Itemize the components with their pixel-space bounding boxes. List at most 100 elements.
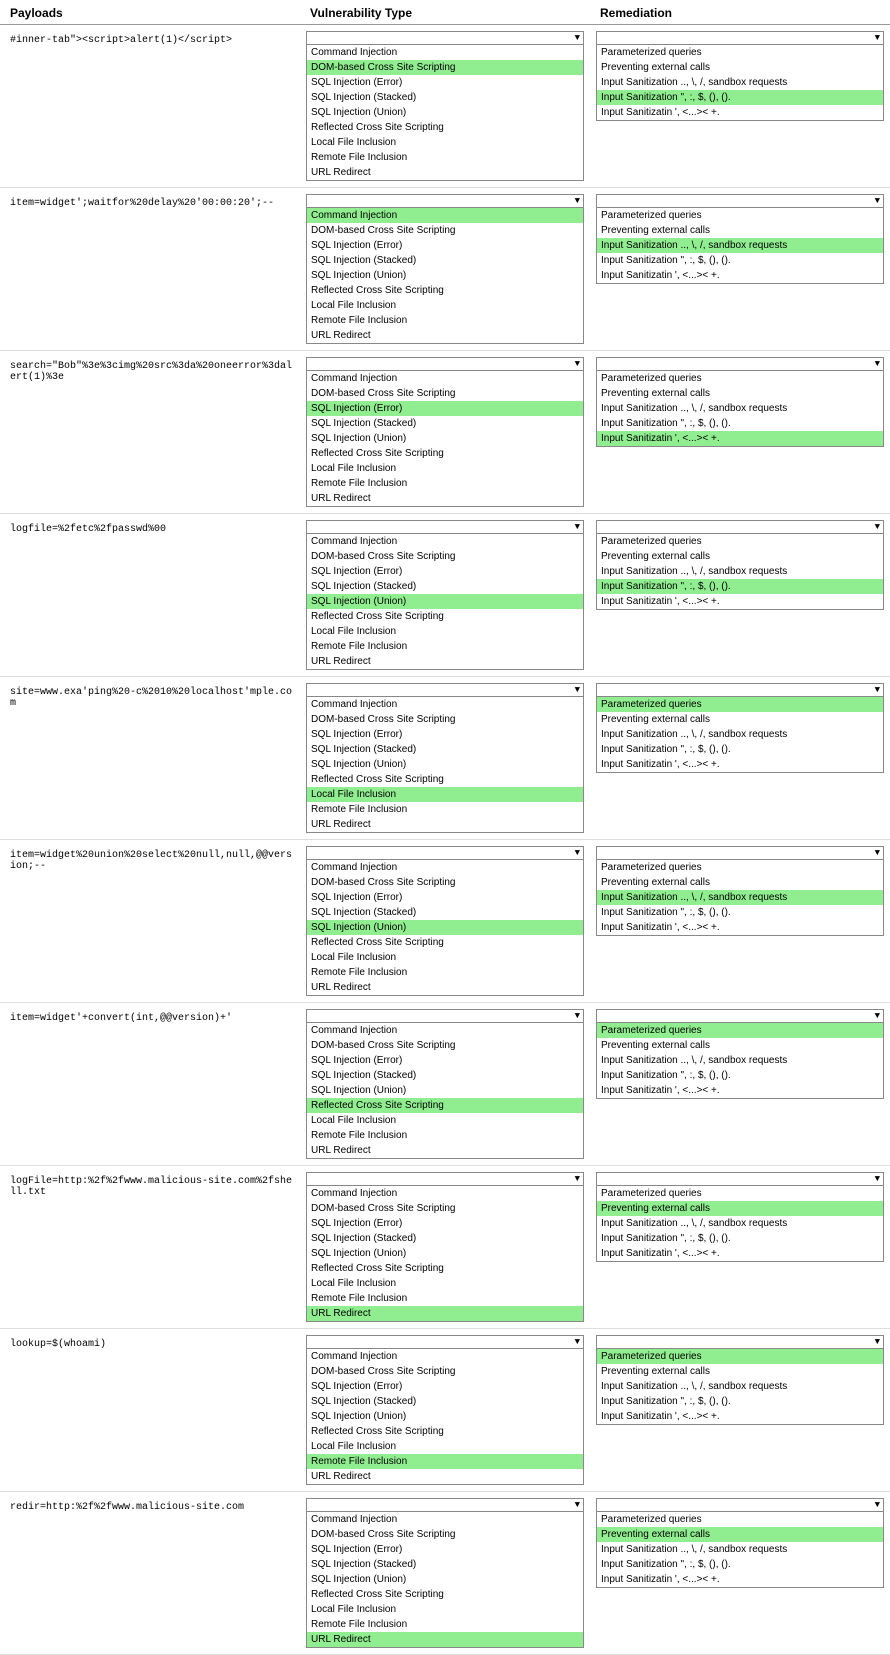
vuln-cell[interactable]: ▼Command InjectionDOM-based Cross Site S…: [300, 31, 590, 181]
remediation-item[interactable]: Parameterized queries: [597, 1349, 883, 1364]
remediation-item[interactable]: Input Sanitization ", :, $, (), ().: [597, 1557, 883, 1572]
remediation-cell[interactable]: ▼Parameterized queriesPreventing externa…: [590, 31, 890, 121]
dropdown-arrow-icon[interactable]: ▼: [875, 1337, 880, 1347]
remediation-item[interactable]: Input Sanitizatin ', <...>< +.: [597, 920, 883, 935]
vuln-item[interactable]: SQL Injection (Error): [307, 1542, 583, 1557]
dropdown-arrow-icon[interactable]: ▼: [575, 685, 580, 695]
vuln-item[interactable]: Remote File Inclusion: [307, 1454, 583, 1469]
vuln-item[interactable]: SQL Injection (Union): [307, 431, 583, 446]
vuln-item[interactable]: URL Redirect: [307, 165, 583, 180]
vuln-item[interactable]: SQL Injection (Stacked): [307, 1231, 583, 1246]
vuln-item[interactable]: Remote File Inclusion: [307, 965, 583, 980]
vuln-cell[interactable]: ▼ Command InjectionDOM-based Cross Site S…: [300, 1335, 590, 1485]
remediation-cell[interactable]: ▼Parameterized queriesPreventing externa…: [590, 1498, 890, 1588]
vuln-cell[interactable]: ▼Command InjectionDOM-based Cross Site S…: [300, 520, 590, 670]
vuln-item[interactable]: Local File Inclusion: [307, 1439, 583, 1454]
remediation-item[interactable]: Preventing external calls: [597, 1527, 883, 1542]
remediation-item[interactable]: Input Sanitizatin ', <...>< +.: [597, 594, 883, 609]
vuln-item[interactable]: SQL Injection (Error): [307, 401, 583, 416]
vuln-cell[interactable]: ▼Command InjectionDOM-based Cross Site S…: [300, 846, 590, 996]
vuln-item[interactable]: SQL Injection (Error): [307, 564, 583, 579]
remediation-item[interactable]: Preventing external calls: [597, 60, 883, 75]
vuln-item[interactable]: Local File Inclusion: [307, 1276, 583, 1291]
remediation-cell[interactable]: ▼Parameterized queriesPreventing externa…: [590, 1009, 890, 1099]
remediation-item[interactable]: Input Sanitization ", :, $, (), ().: [597, 905, 883, 920]
vuln-item[interactable]: Local File Inclusion: [307, 461, 583, 476]
remediation-item[interactable]: Input Sanitization .., \, /, sandbox req…: [597, 727, 883, 742]
dropdown-arrow-icon[interactable]: ▼: [575, 1337, 580, 1347]
remediation-cell[interactable]: ▼Parameterized queriesPreventing externa…: [590, 1172, 890, 1262]
dropdown-arrow-icon[interactable]: ▼: [875, 1011, 880, 1021]
vuln-item[interactable]: URL Redirect: [307, 1469, 583, 1484]
vuln-item[interactable]: Remote File Inclusion: [307, 1617, 583, 1632]
vuln-item[interactable]: SQL Injection (Error): [307, 1216, 583, 1231]
vuln-item[interactable]: URL Redirect: [307, 328, 583, 343]
vuln-cell[interactable]: ▼Command InjectionDOM-based Cross Site S…: [300, 194, 590, 344]
vuln-item[interactable]: URL Redirect: [307, 491, 583, 506]
vuln-item[interactable]: SQL Injection (Union): [307, 594, 583, 609]
dropdown-arrow-icon[interactable]: ▼: [875, 522, 880, 532]
dropdown-arrow-icon[interactable]: ▼: [875, 196, 880, 206]
vuln-item[interactable]: DOM-based Cross Site Scripting: [307, 1527, 583, 1542]
remediation-item[interactable]: Parameterized queries: [597, 1186, 883, 1201]
vuln-item[interactable]: Reflected Cross Site Scripting: [307, 283, 583, 298]
dropdown-arrow-icon[interactable]: ▼: [575, 522, 580, 532]
vuln-item[interactable]: Command Injection: [307, 1349, 583, 1364]
remediation-item[interactable]: Input Sanitizatin ', <...>< +.: [597, 1083, 883, 1098]
remediation-item[interactable]: Input Sanitizatin ', <...>< +.: [597, 757, 883, 772]
vuln-item[interactable]: Remote File Inclusion: [307, 639, 583, 654]
remediation-cell[interactable]: ▼Parameterized queriesPreventing externa…: [590, 1335, 890, 1425]
vuln-item[interactable]: DOM-based Cross Site Scripting: [307, 223, 583, 238]
vuln-item[interactable]: SQL Injection (Stacked): [307, 742, 583, 757]
remediation-item[interactable]: Parameterized queries: [597, 860, 883, 875]
vuln-item[interactable]: URL Redirect: [307, 1306, 583, 1321]
vuln-item[interactable]: DOM-based Cross Site Scripting: [307, 1364, 583, 1379]
vuln-item[interactable]: SQL Injection (Union): [307, 1083, 583, 1098]
vuln-item[interactable]: URL Redirect: [307, 817, 583, 832]
remediation-item[interactable]: Parameterized queries: [597, 534, 883, 549]
vuln-item[interactable]: SQL Injection (Union): [307, 1409, 583, 1424]
vuln-item[interactable]: Reflected Cross Site Scripting: [307, 1424, 583, 1439]
dropdown-arrow-icon[interactable]: ▼: [575, 33, 580, 43]
remediation-cell[interactable]: ▼Parameterized queriesPreventing externa…: [590, 683, 890, 773]
remediation-item[interactable]: Input Sanitization ", :, $, (), ().: [597, 1068, 883, 1083]
vuln-item[interactable]: SQL Injection (Stacked): [307, 1557, 583, 1572]
remediation-cell[interactable]: ▼Parameterized queriesPreventing externa…: [590, 846, 890, 936]
vuln-item[interactable]: DOM-based Cross Site Scripting: [307, 1038, 583, 1053]
vuln-item[interactable]: Local File Inclusion: [307, 624, 583, 639]
vuln-item[interactable]: Command Injection: [307, 860, 583, 875]
vuln-item[interactable]: DOM-based Cross Site Scripting: [307, 60, 583, 75]
remediation-cell[interactable]: ▼Parameterized queriesPreventing externa…: [590, 357, 890, 447]
vuln-item[interactable]: SQL Injection (Stacked): [307, 1394, 583, 1409]
remediation-item[interactable]: Preventing external calls: [597, 223, 883, 238]
remediation-item[interactable]: Preventing external calls: [597, 1038, 883, 1053]
vuln-item[interactable]: Reflected Cross Site Scripting: [307, 446, 583, 461]
remediation-item[interactable]: Parameterized queries: [597, 697, 883, 712]
vuln-item[interactable]: URL Redirect: [307, 1632, 583, 1647]
vuln-cell[interactable]: ▼Command InjectionDOM-based Cross Site S…: [300, 1009, 590, 1159]
remediation-item[interactable]: Input Sanitization .., \, /, sandbox req…: [597, 1216, 883, 1231]
remediation-item[interactable]: Preventing external calls: [597, 549, 883, 564]
remediation-cell[interactable]: ▼ Parameterized queriesPreventing externa…: [590, 520, 890, 610]
dropdown-arrow-icon[interactable]: ▼: [875, 848, 880, 858]
remediation-item[interactable]: Input Sanitization ", :, $, (), ().: [597, 90, 883, 105]
vuln-item[interactable]: Remote File Inclusion: [307, 313, 583, 328]
vuln-item[interactable]: Command Injection: [307, 697, 583, 712]
remediation-item[interactable]: Input Sanitization .., \, /, sandbox req…: [597, 564, 883, 579]
vuln-cell[interactable]: ▼Command InjectionDOM-based Cross Site S…: [300, 1498, 590, 1648]
vuln-item[interactable]: Local File Inclusion: [307, 1602, 583, 1617]
remediation-item[interactable]: Input Sanitization ", :, $, (), ().: [597, 579, 883, 594]
remediation-item[interactable]: Input Sanitization .., \, /, sandbox req…: [597, 401, 883, 416]
remediation-item[interactable]: Preventing external calls: [597, 712, 883, 727]
vuln-item[interactable]: SQL Injection (Union): [307, 920, 583, 935]
vuln-item[interactable]: SQL Injection (Stacked): [307, 1068, 583, 1083]
remediation-item[interactable]: Input Sanitization ", :, $, (), ().: [597, 1394, 883, 1409]
dropdown-arrow-icon[interactable]: ▼: [575, 848, 580, 858]
vuln-item[interactable]: URL Redirect: [307, 654, 583, 669]
vuln-item[interactable]: DOM-based Cross Site Scripting: [307, 386, 583, 401]
vuln-item[interactable]: Remote File Inclusion: [307, 1128, 583, 1143]
dropdown-arrow-icon[interactable]: ▼: [875, 1174, 880, 1184]
remediation-item[interactable]: Input Sanitization .., \, /, sandbox req…: [597, 890, 883, 905]
vuln-item[interactable]: Reflected Cross Site Scripting: [307, 609, 583, 624]
remediation-item[interactable]: Input Sanitizatin ', <...>< +.: [597, 1572, 883, 1587]
